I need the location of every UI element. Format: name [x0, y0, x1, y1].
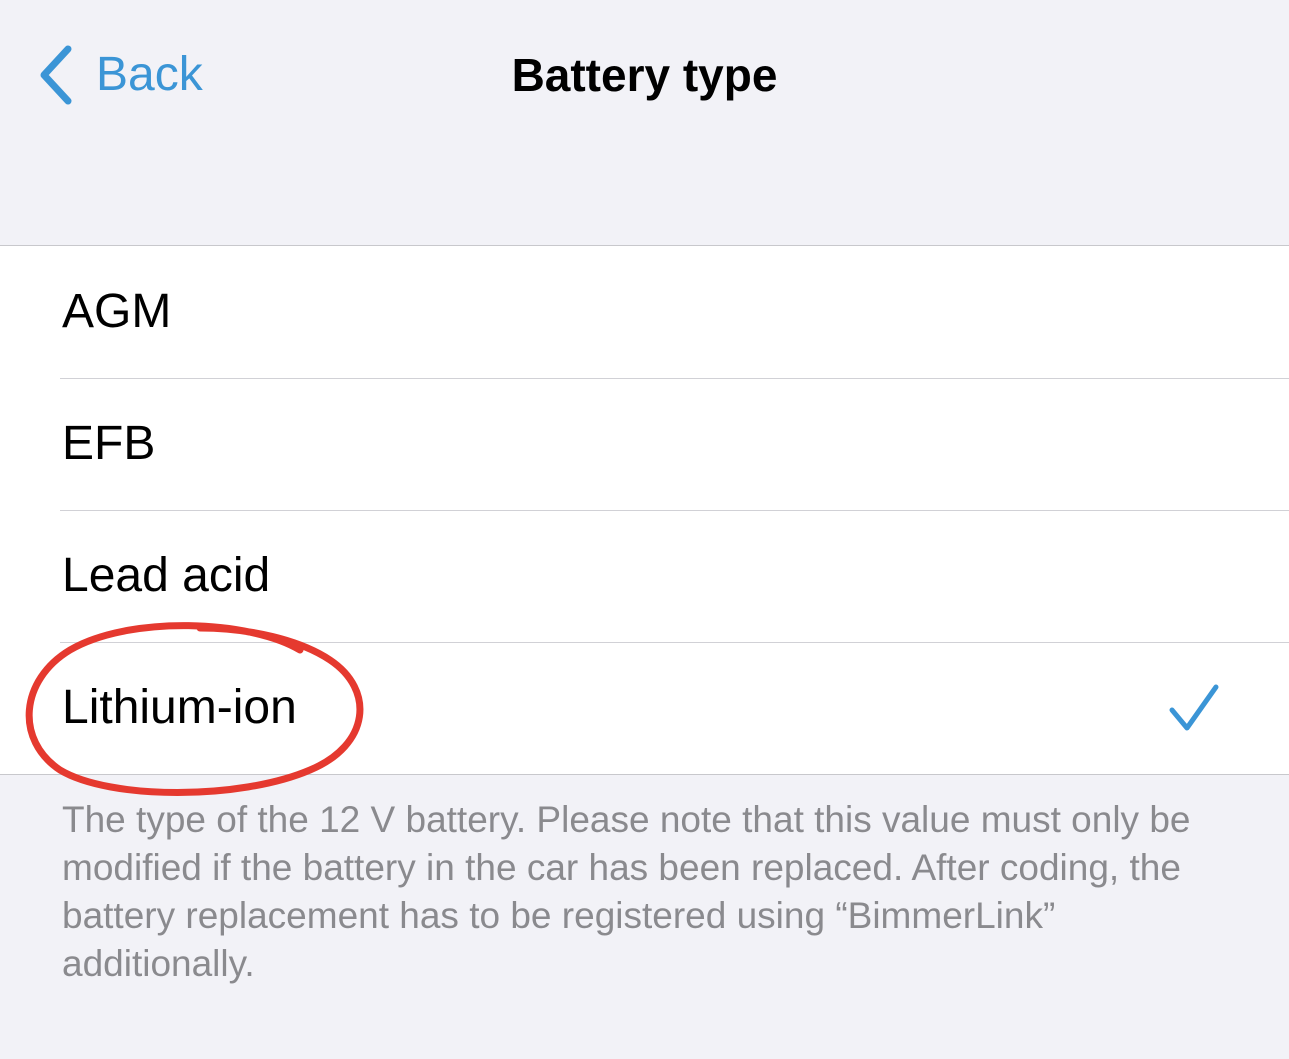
option-row-lead-acid[interactable]: Lead acid	[0, 510, 1289, 642]
option-row-efb[interactable]: EFB	[0, 378, 1289, 510]
page-title: Battery type	[511, 49, 778, 101]
option-row-agm[interactable]: AGM	[0, 246, 1289, 378]
checkmark-icon	[1169, 684, 1219, 731]
option-row-lithium-ion[interactable]: Lithium-ion	[0, 642, 1289, 774]
option-label: AGM	[62, 285, 172, 338]
option-label: Lithium-ion	[62, 681, 297, 734]
navigation-bar: Back Battery type	[0, 0, 1289, 150]
battery-type-options: AGM EFB Lead acid Lithium-ion	[0, 245, 1289, 775]
option-label: Lead acid	[62, 549, 271, 602]
option-label: EFB	[62, 417, 156, 470]
footer-note: The type of the 12 V battery. Please not…	[62, 799, 1191, 984]
